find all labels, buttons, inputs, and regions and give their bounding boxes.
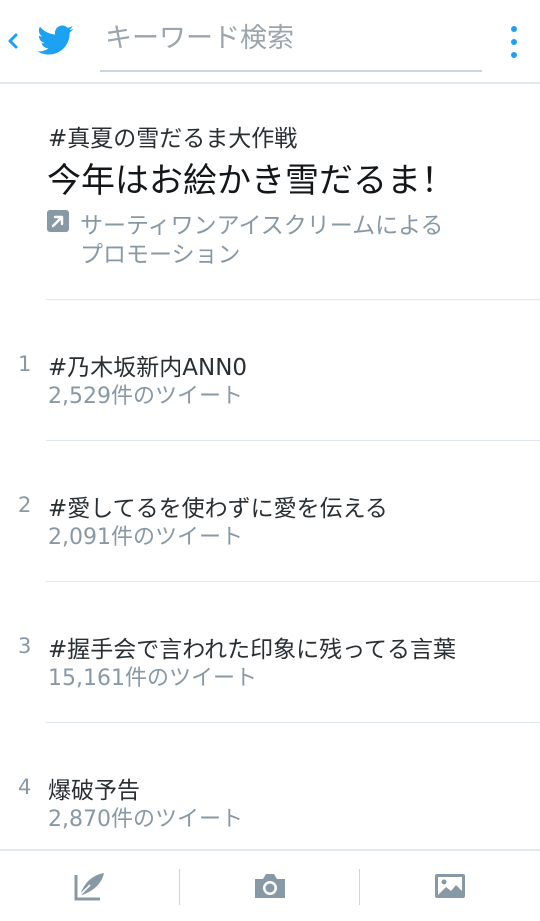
overflow-dot (511, 39, 517, 45)
overflow-menu-button[interactable] (496, 22, 532, 62)
trend-item[interactable]: 4 爆破予告 2,870件のツイート (0, 723, 540, 849)
promoted-trend[interactable]: #真夏の雪だるま大作戦 今年はお絵かき雪だるま！ サーティワンアイスクリームによ… (0, 85, 540, 300)
trend-tweet-count: 15,161件のツイート (48, 666, 257, 691)
search-input[interactable] (100, 14, 482, 72)
overflow-dot (511, 26, 517, 32)
twitter-bird-icon (37, 25, 74, 55)
top-bar (0, 0, 540, 84)
trend-tweet-count: 2,091件のツイート (48, 525, 243, 550)
trend-rank: 2 (18, 493, 32, 517)
chevron-left-icon (8, 33, 18, 49)
compose-tweet-button[interactable] (0, 851, 180, 921)
camera-button[interactable] (180, 851, 360, 921)
promoted-icon (47, 210, 69, 232)
bottom-action-bar (0, 849, 540, 921)
trend-name: #愛してるを使わずに愛を伝える (48, 496, 388, 522)
camera-icon (255, 874, 285, 898)
trend-rank: 4 (18, 775, 32, 799)
image-icon (435, 874, 465, 898)
trend-name: #握手会で言われた印象に残ってる言葉 (48, 637, 456, 663)
back-button[interactable] (6, 22, 76, 62)
promoted-hashtag: #真夏の雪だるま大作戦 (48, 126, 298, 152)
overflow-dot (511, 52, 517, 58)
trend-name: 爆破予告 (48, 778, 140, 804)
trend-tweet-count: 2,529件のツイート (48, 384, 243, 409)
trend-rank: 1 (18, 352, 32, 376)
trend-item[interactable]: 1 #乃木坂新内ANN0 2,529件のツイート (0, 300, 540, 440)
trend-item[interactable]: 3 #握手会で言われた印象に残ってる言葉 15,161件のツイート (0, 582, 540, 722)
promotion-label: プロモーション (80, 242, 241, 268)
trend-name: #乃木坂新内ANN0 (48, 355, 248, 381)
image-gallery-button[interactable] (360, 851, 540, 921)
search-box (100, 14, 482, 74)
trend-rank: 3 (18, 634, 32, 658)
promoted-headline: 今年はお絵かき雪だるま！ (47, 161, 455, 201)
trend-item[interactable]: 2 #愛してるを使わずに愛を伝える 2,091件のツイート (0, 441, 540, 581)
compose-icon (74, 873, 104, 901)
trend-tweet-count: 2,870件のツイート (48, 807, 243, 832)
